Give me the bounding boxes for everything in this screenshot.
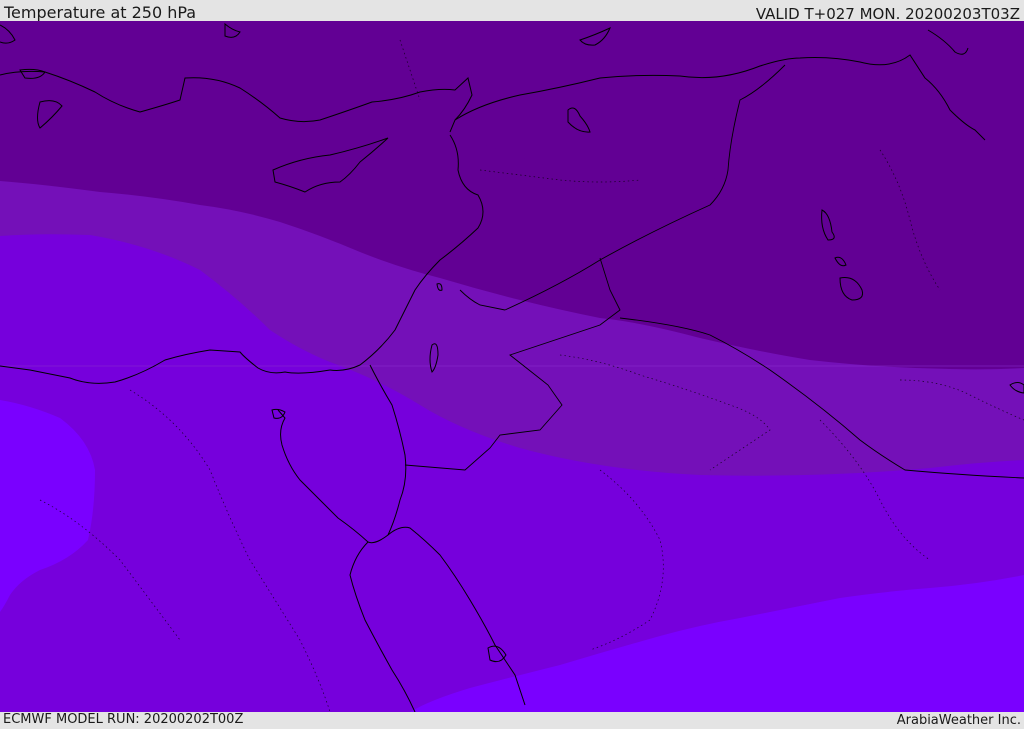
temperature-map[interactable] — [0, 21, 1024, 712]
map-title: Temperature at 250 hPa — [4, 3, 197, 22]
footer-bar: ECMWF MODEL RUN: 20200202T00Z ArabiaWeat… — [0, 712, 1024, 729]
model-run-label: ECMWF MODEL RUN: 20200202T00Z — [3, 712, 244, 727]
credit-label: ArabiaWeather Inc. — [896, 713, 1021, 728]
map-canvas — [0, 21, 1024, 712]
header-bar: Temperature at 250 hPa VALID T+027 MON. … — [0, 0, 1024, 23]
